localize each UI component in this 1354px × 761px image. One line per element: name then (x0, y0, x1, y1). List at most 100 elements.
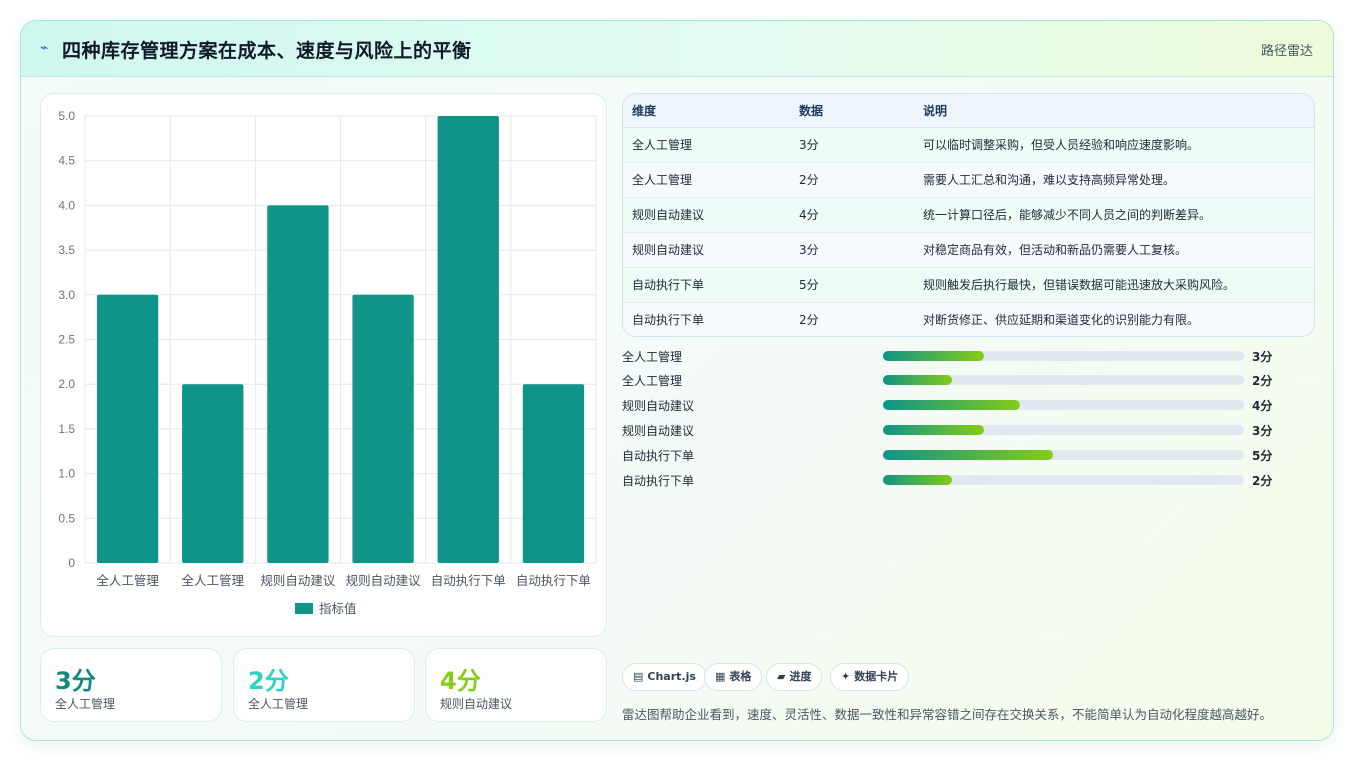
progress-label: 规则自动建议 (622, 424, 695, 438)
x-tick-label: 规则自动建议 (260, 573, 336, 588)
table-cell: 全人工管理 (632, 173, 693, 187)
y-tick-label: 4.0 (58, 198, 75, 212)
table-cell: 对断货修正、供应延期和渠道变化的识别能力有限。 (923, 313, 1200, 328)
pill-label: 表格 (729, 670, 752, 683)
x-tick-label: 自动执行下单 (431, 573, 506, 588)
progress-label: 全人工管理 (622, 350, 683, 364)
progress-label: 规则自动建议 (622, 399, 695, 413)
kpi-value: 2分 (248, 667, 289, 695)
progress-label: 自动执行下单 (622, 474, 695, 488)
chartjs-pill[interactable]: ▤ Chart.js (622, 663, 707, 691)
progress-track (883, 351, 1244, 361)
y-tick-label: 2.0 (58, 377, 75, 391)
dashboard-frame: ⌁ 四种库存管理方案在成本、速度与风险上的平衡 路径雷达 0 0.5 1.0 1.5 2… (20, 20, 1334, 741)
y-tick-label: 0.5 (58, 511, 75, 525)
x-tick-label: 规则自动建议 (346, 573, 422, 588)
legend-label: 指标值 (319, 601, 357, 616)
table-cell: 全人工管理 (632, 138, 693, 152)
progress-track (883, 375, 1244, 385)
legend-swatch (295, 603, 313, 614)
header-bar: ⌁ 四种库存管理方案在成本、速度与风险上的平衡 路径雷达 (21, 21, 1333, 77)
table-row: 自动执行下单 5分 规则触发后执行最快，但错误数据可能迅速放大采购风险。 (623, 267, 1314, 302)
progress-fill (883, 351, 985, 361)
chart-icon: ▤ (633, 670, 644, 683)
progress-track (883, 400, 1244, 410)
progress-track (883, 425, 1244, 435)
bar (437, 116, 499, 563)
progress-value: 2分 (1252, 474, 1273, 488)
table-row: 规则自动建议 4分 统一计算口径后，能够减少不同人员之间的判断差异。 (623, 197, 1314, 232)
y-tick-label: 3.5 (58, 243, 75, 257)
kpi-card: 3分 全人工管理 (40, 648, 222, 722)
progress-track (883, 450, 1244, 460)
table-header-data: 数据 (790, 94, 914, 128)
table-header-dimension: 维度 (623, 94, 790, 128)
progress-row: 全人工管理 3分 (622, 346, 1315, 366)
progress-row: 自动执行下单 5分 (622, 445, 1315, 465)
progress-row: 规则自动建议 4分 (622, 395, 1315, 415)
table-cell: 需要人工汇总和沟通，难以支持高频异常处理。 (923, 173, 1176, 187)
progress-row: 自动执行下单 2分 (622, 470, 1315, 490)
data-table: 维度 数据 说明 全人工管理 3分 可以临时调整采购，但受人员经验和响应速度影响… (623, 94, 1314, 336)
data-card-pill[interactable]: ✦ 数据卡片 (830, 663, 910, 691)
progress-fill (883, 375, 952, 385)
progress-value: 4分 (1252, 399, 1273, 413)
page-title: 四种库存管理方案在成本、速度与风险上的平衡 (62, 40, 472, 62)
progress-track (883, 475, 1244, 485)
footer-note: 雷达图帮助企业看到，速度、灵活性、数据一致性和异常容错之间存在交换关系，不能简单… (622, 707, 1273, 722)
x-tick-label: 自动执行下单 (516, 573, 591, 588)
table-cell: 规则自动建议 (632, 243, 705, 257)
bar (267, 205, 329, 563)
y-tick-label: 1.5 (58, 422, 75, 436)
kpi-value: 4分 (440, 667, 481, 695)
pill-label: Chart.js (647, 670, 696, 683)
data-table-card: 维度 数据 说明 全人工管理 3分 可以临时调整采购，但受人员经验和响应速度影响… (622, 93, 1315, 337)
x-tick-label: 全人工管理 (96, 573, 159, 588)
progress-label: 自动执行下单 (622, 449, 695, 463)
kpi-label: 规则自动建议 (440, 697, 513, 711)
pill-label: 数据卡片 (854, 670, 899, 683)
table-cell: 自动执行下单 (632, 278, 705, 292)
progress-fill (883, 400, 1021, 410)
table-cell: 统一计算口径后，能够减少不同人员之间的判断差异。 (923, 208, 1212, 222)
progress-label: 全人工管理 (622, 374, 683, 388)
table-cell: 自动执行下单 (632, 313, 705, 328)
header-tag[interactable]: 路径雷达 (1261, 40, 1313, 59)
table-cell: 2分 (799, 313, 819, 328)
table-cell: 4分 (799, 208, 819, 222)
progress-value: 5分 (1252, 449, 1273, 463)
kpi-card: 4分 规则自动建议 (425, 648, 607, 722)
table-cell: 规则自动建议 (632, 208, 705, 222)
table-cell: 3分 (799, 138, 819, 152)
progress-fill (883, 425, 985, 435)
table-row: 全人工管理 3分 可以临时调整采购，但受人员经验和响应速度影响。 (623, 127, 1314, 162)
progress-pill[interactable]: ▰ 进度 (766, 663, 823, 691)
y-tick-label: 2.5 (58, 333, 75, 347)
progress-fill (883, 475, 952, 485)
progress-row: 全人工管理 2分 (622, 370, 1315, 390)
kpi-value: 3分 (55, 667, 96, 695)
table-pill[interactable]: ▦ 表格 (704, 663, 763, 691)
bar (352, 294, 414, 563)
progress-value: 3分 (1252, 424, 1273, 438)
table-header-row: 维度 数据 说明 (623, 94, 1314, 128)
progress-row: 规则自动建议 3分 (622, 420, 1315, 440)
progress-value: 3分 (1252, 350, 1273, 364)
y-tick-label: 0 (68, 556, 75, 570)
y-tick-label: 4.5 (58, 154, 75, 168)
table-cell: 可以临时调整采购，但受人员经验和响应速度影响。 (923, 138, 1200, 152)
table-cell: 5分 (799, 278, 819, 292)
table-cell: 规则触发后执行最快，但错误数据可能迅速放大采购风险。 (923, 278, 1236, 292)
pill-label: 进度 (789, 670, 812, 683)
bar-chart: 0 0.5 1.0 1.5 2.0 2.5 3.0 3.5 4.0 4.5 5.0 全人工管理 全人工管… (58, 109, 597, 616)
table-header-description: 说明 (914, 94, 1314, 128)
progress-value: 2分 (1252, 374, 1273, 388)
kpi-label: 全人工管理 (248, 697, 309, 711)
bar (522, 384, 585, 563)
table-row: 全人工管理 2分 需要人工汇总和沟通，难以支持高频异常处理。 (623, 162, 1314, 197)
sparkle-icon: ✦ (841, 670, 851, 683)
x-tick-label: 全人工管理 (181, 573, 244, 588)
progress-fill (883, 450, 1053, 460)
table-icon: ▦ (715, 670, 726, 683)
y-tick-label: 5.0 (58, 109, 75, 123)
